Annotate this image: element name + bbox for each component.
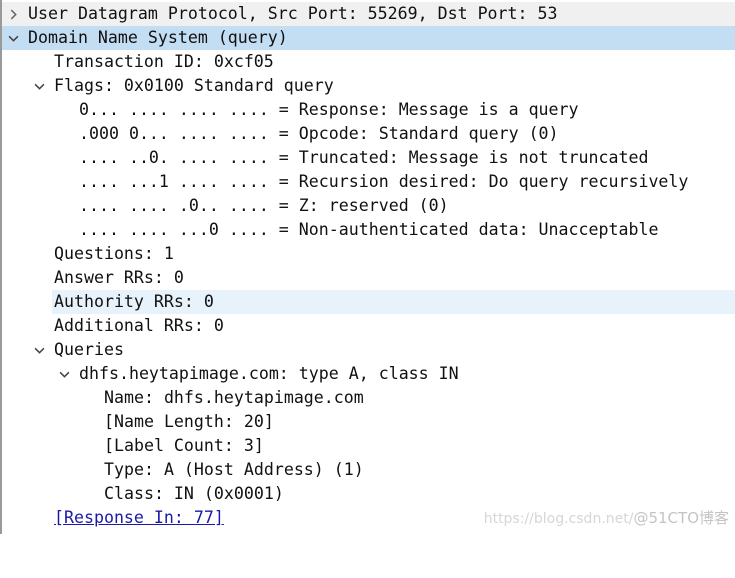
flags-label: Flags: 0x0100 Standard query	[54, 76, 334, 95]
watermark: https://blog.csdn.net/@51CTO博客	[484, 507, 729, 528]
flag-bit: .... .... .0.. .... = Z: reserved (0)	[79, 196, 449, 215]
flag-bit: .000 0... .... .... = Opcode: Standard q…	[79, 124, 559, 143]
tree-row-query-item[interactable]: dhfs.heytapimage.com: type A, class IN	[2, 362, 735, 386]
tree-row-dns[interactable]: Domain Name System (query)	[2, 26, 735, 50]
query-label: dhfs.heytapimage.com: type A, class IN	[79, 364, 459, 383]
chevron-down-icon[interactable]	[6, 26, 20, 50]
udp-label: User Datagram Protocol, Src Port: 55269,…	[28, 4, 558, 23]
chevron-down-icon[interactable]	[57, 362, 71, 386]
dns-label: Domain Name System (query)	[28, 26, 288, 50]
questions: Questions: 1	[54, 244, 174, 263]
tree-row-query-name-length[interactable]: [Name Length: 20]	[2, 410, 735, 434]
chevron-right-icon[interactable]	[6, 2, 20, 26]
query-field: Type: A (Host Address) (1)	[104, 460, 364, 479]
tree-row-query-class[interactable]: Class: IN (0x0001)	[2, 482, 735, 506]
tree-row-flag-z[interactable]: .... .... .0.. .... = Z: reserved (0)	[2, 194, 735, 218]
tree-row-additional-rrs[interactable]: Additional RRs: 0	[2, 314, 735, 338]
query-field: [Label Count: 3]	[104, 436, 264, 455]
watermark-url: https://blog.csdn.net/	[483, 511, 634, 527]
chevron-down-icon[interactable]	[32, 338, 46, 362]
tree-row-flag-truncated[interactable]: .... ..0. .... .... = Truncated: Message…	[2, 146, 735, 170]
tree-row-query-name[interactable]: Name: dhfs.heytapimage.com	[2, 386, 735, 410]
packet-details-tree[interactable]: User Datagram Protocol, Src Port: 55269,…	[2, 2, 735, 530]
tree-row-flags[interactable]: Flags: 0x0100 Standard query	[2, 74, 735, 98]
query-field: Class: IN (0x0001)	[104, 484, 284, 503]
flag-bit: .... ...1 .... .... = Recursion desired:…	[79, 172, 689, 191]
tree-row-flag-response[interactable]: 0... .... .... .... = Response: Message …	[2, 98, 735, 122]
tree-row-query-label-count[interactable]: [Label Count: 3]	[2, 434, 735, 458]
watermark-brand: @51CTO博客	[633, 509, 729, 527]
flag-bit: .... .... ...0 .... = Non-authenticated …	[79, 220, 659, 239]
flag-bit: 0... .... .... .... = Response: Message …	[79, 100, 579, 119]
tree-row-authority-rrs[interactable]: Authority RRs: 0	[2, 290, 735, 314]
tree-row-flag-non-auth[interactable]: .... .... ...0 .... = Non-authenticated …	[2, 218, 735, 242]
additional-rrs: Additional RRs: 0	[54, 316, 224, 335]
tree-row-transaction-id[interactable]: Transaction ID: 0xcf05	[2, 50, 735, 74]
tree-row-flag-opcode[interactable]: .000 0... .... .... = Opcode: Standard q…	[2, 122, 735, 146]
authority-rrs: Authority RRs: 0	[54, 292, 214, 311]
answer-rrs: Answer RRs: 0	[54, 268, 184, 287]
tree-row-flag-recursion[interactable]: .... ...1 .... .... = Recursion desired:…	[2, 170, 735, 194]
query-field: Name: dhfs.heytapimage.com	[104, 388, 364, 407]
tree-row-query-type[interactable]: Type: A (Host Address) (1)	[2, 458, 735, 482]
query-field: [Name Length: 20]	[104, 412, 274, 431]
response-in-link[interactable]: [Response In: 77]	[54, 506, 224, 530]
flag-bit: .... ..0. .... .... = Truncated: Message…	[79, 148, 649, 167]
transaction-id: Transaction ID: 0xcf05	[54, 52, 274, 71]
tree-row-answer-rrs[interactable]: Answer RRs: 0	[2, 266, 735, 290]
tree-row-queries[interactable]: Queries	[2, 338, 735, 362]
tree-row-udp[interactable]: User Datagram Protocol, Src Port: 55269,…	[2, 2, 735, 26]
tree-row-questions[interactable]: Questions: 1	[2, 242, 735, 266]
queries-label: Queries	[54, 340, 124, 359]
chevron-down-icon[interactable]	[32, 74, 46, 98]
